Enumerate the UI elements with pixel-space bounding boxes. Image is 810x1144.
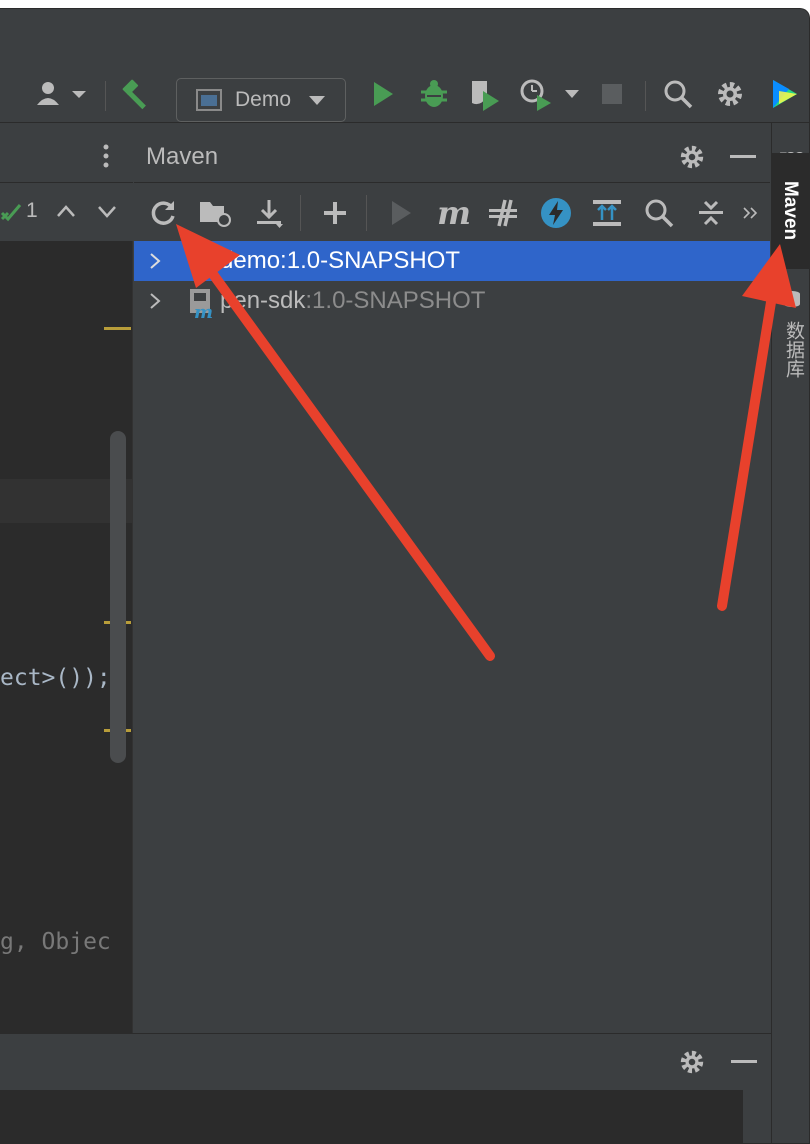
tree-row-demo[interactable]: demo:1.0-SNAPSHOT (134, 241, 770, 281)
profile-icon[interactable] (518, 77, 554, 111)
chevron-right-icon[interactable] (148, 292, 162, 310)
add-icon[interactable] (318, 196, 352, 230)
stop-icon[interactable] (598, 77, 626, 111)
more-vertical-icon[interactable] (102, 143, 110, 169)
tree-row-open-sdk[interactable]: m pen-sdk:1.0-SNAPSHOT (134, 281, 770, 321)
warning-marker (104, 327, 131, 330)
window-icon (196, 89, 222, 111)
maven-toolbar: m (134, 183, 770, 241)
inspection-count: 1 (26, 199, 38, 222)
chevron-down-icon[interactable] (97, 203, 117, 219)
gear-icon[interactable] (712, 77, 748, 111)
run-icon[interactable] (366, 77, 400, 111)
stripe-button-maven[interactable]: Maven (772, 153, 809, 269)
minimize-icon[interactable] (730, 155, 756, 159)
collapse-icon[interactable] (694, 196, 728, 230)
maven-tool-window: Maven m demo:1.0-SNAPSHOT m pen-sdk:1.0-… (134, 123, 770, 1033)
coverage-icon[interactable] (466, 77, 502, 111)
folder-sync-icon[interactable] (198, 196, 232, 230)
stripe-label-database: 数据库 (783, 321, 804, 378)
maven-m-icon[interactable]: m (434, 196, 474, 230)
ide-window: Demo 1 ect>()); g, Objec Maven m demo:1.… (0, 8, 810, 1144)
project-label: demo:1.0-SNAPSHOT (220, 247, 461, 274)
right-tool-stripe: m Maven 数据库 (771, 123, 809, 1143)
run-config-label: Demo (235, 88, 292, 111)
editor-tab-bar (0, 123, 133, 183)
project-label: pen-sdk:1.0-SNAPSHOT (220, 287, 486, 314)
search-icon[interactable] (660, 77, 696, 111)
main-toolbar: Demo (0, 65, 809, 123)
editor-area[interactable]: 1 ect>()); g, Objec (0, 123, 133, 1033)
reload-icon[interactable] (146, 196, 180, 230)
gear-icon[interactable] (678, 143, 706, 171)
chevron-up-icon[interactable] (56, 203, 76, 219)
search-icon[interactable] (642, 196, 676, 230)
bottom-panel-content (0, 1090, 743, 1143)
database-icon (784, 291, 800, 307)
run-icon (384, 196, 418, 230)
chevron-double-right-icon[interactable] (738, 196, 762, 230)
editor-scrollbar[interactable] (110, 431, 126, 763)
debug-icon[interactable] (417, 77, 451, 111)
title-bar (0, 9, 809, 65)
maven-header: Maven (134, 123, 770, 183)
chevron-down-icon (309, 96, 325, 105)
code-line: ect>()); (0, 665, 111, 691)
gear-icon[interactable] (678, 1048, 706, 1076)
show-dependencies-icon[interactable] (590, 196, 624, 230)
stripe-button-database[interactable]: 数据库 (772, 283, 809, 403)
toggle-offline-icon[interactable] (486, 196, 520, 230)
chevron-right-icon[interactable] (148, 252, 162, 270)
maven-title: Maven (146, 143, 219, 170)
download-icon[interactable] (252, 196, 286, 230)
code-line: g, Objec (0, 929, 111, 955)
chevron-down-icon[interactable] (562, 77, 582, 111)
hammer-icon[interactable] (118, 77, 154, 111)
lightning-icon[interactable] (539, 196, 573, 230)
check-icon (0, 204, 22, 222)
run-configuration-dropdown[interactable]: Demo (176, 78, 346, 122)
stripe-label-maven: Maven (780, 181, 801, 241)
minimize-icon[interactable] (731, 1060, 757, 1064)
user-icon[interactable] (36, 77, 88, 111)
bottom-tool-window (0, 1033, 771, 1143)
svg-text:m: m (194, 302, 213, 319)
editor-inspection-bar: 1 (0, 183, 133, 241)
maven-module-icon: m (190, 289, 213, 319)
jetbrains-logo-icon[interactable] (764, 77, 804, 111)
